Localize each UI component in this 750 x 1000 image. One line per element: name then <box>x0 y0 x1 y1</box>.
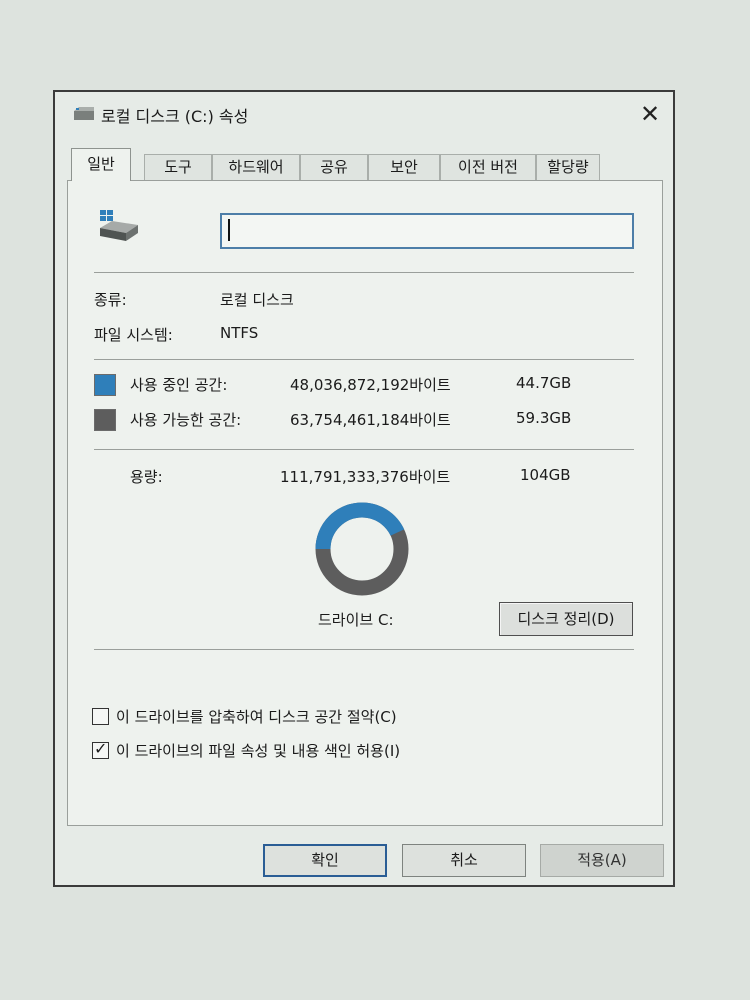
capacity-label: 용량: <box>130 468 163 486</box>
filesystem-label: 파일 시스템: <box>94 326 173 344</box>
drive-icon <box>74 107 94 120</box>
type-value: 로컬 디스크 <box>220 291 294 309</box>
used-space-swatch <box>94 374 116 396</box>
checkmark-icon: ✓ <box>94 739 108 758</box>
free-space-bytes: 63,754,461,184바이트 <box>290 411 451 429</box>
disk-usage-donut <box>315 502 409 596</box>
disk-cleanup-button[interactable]: 디스크 정리(D) <box>499 602 633 636</box>
close-button[interactable]: ✕ <box>635 99 665 129</box>
filesystem-value: NTFS <box>220 324 259 342</box>
tab-label: 하드웨어 <box>228 158 284 176</box>
tab-label: 도구 <box>164 158 192 176</box>
tab-label: 일반 <box>87 155 115 173</box>
free-space-size: 59.3GB <box>516 409 572 427</box>
tab-label: 할당량 <box>547 158 589 176</box>
tab-bar: 일반 도구 하드웨어 공유 보안 이전 버전 할당량 <box>71 148 631 181</box>
tab-hardware[interactable]: 하드웨어 <box>212 154 300 180</box>
tab-security[interactable]: 보안 <box>368 154 440 180</box>
compress-checkbox[interactable] <box>92 708 109 725</box>
tab-sharing[interactable]: 공유 <box>300 154 368 180</box>
used-space-bytes: 48,036,872,192바이트 <box>290 376 451 394</box>
close-icon: ✕ <box>639 100 661 128</box>
used-space-label: 사용 중인 공간: <box>130 376 228 394</box>
tab-quota[interactable]: 할당량 <box>536 154 600 180</box>
tab-label: 공유 <box>320 158 348 176</box>
capacity-size: 104GB <box>520 466 571 484</box>
divider <box>94 272 634 273</box>
tab-general[interactable]: 일반 <box>71 148 131 181</box>
properties-dialog: 로컬 디스크 (C:) 속성 ✕ 일반 도구 하드웨어 공유 보안 이전 버전 … <box>53 90 675 887</box>
ok-button[interactable]: 확인 <box>263 844 387 877</box>
tab-previous-versions[interactable]: 이전 버전 <box>440 154 536 180</box>
free-space-swatch <box>94 409 116 431</box>
drive-icon <box>100 210 138 241</box>
divider <box>94 449 634 450</box>
cancel-button[interactable]: 취소 <box>402 844 526 877</box>
divider <box>94 649 634 650</box>
drive-name-input[interactable] <box>220 213 634 249</box>
tab-label: 보안 <box>390 158 418 176</box>
type-label: 종류: <box>94 291 127 309</box>
general-tab-panel: 종류: 로컬 디스크 파일 시스템: NTFS 사용 중인 공간: 48,036… <box>67 180 663 826</box>
drive-label: 드라이브 C: <box>318 611 394 629</box>
used-space-size: 44.7GB <box>516 374 572 392</box>
text-cursor <box>228 219 230 241</box>
index-checkbox[interactable]: ✓ <box>92 739 109 759</box>
capacity-bytes: 111,791,333,376바이트 <box>280 468 451 486</box>
title-bar: 로컬 디스크 (C:) 속성 ✕ <box>55 92 673 136</box>
apply-button[interactable]: 적용(A) <box>540 844 664 877</box>
tab-tools[interactable]: 도구 <box>144 154 212 180</box>
window-title: 로컬 디스크 (C:) 속성 <box>101 107 249 126</box>
divider <box>94 359 634 360</box>
compress-label: 이 드라이브를 압축하여 디스크 공간 절약(C) <box>116 708 397 726</box>
free-space-label: 사용 가능한 공간: <box>130 411 242 429</box>
tab-label: 이전 버전 <box>458 158 518 176</box>
index-label: 이 드라이브의 파일 속성 및 내용 색인 허용(I) <box>116 742 401 760</box>
